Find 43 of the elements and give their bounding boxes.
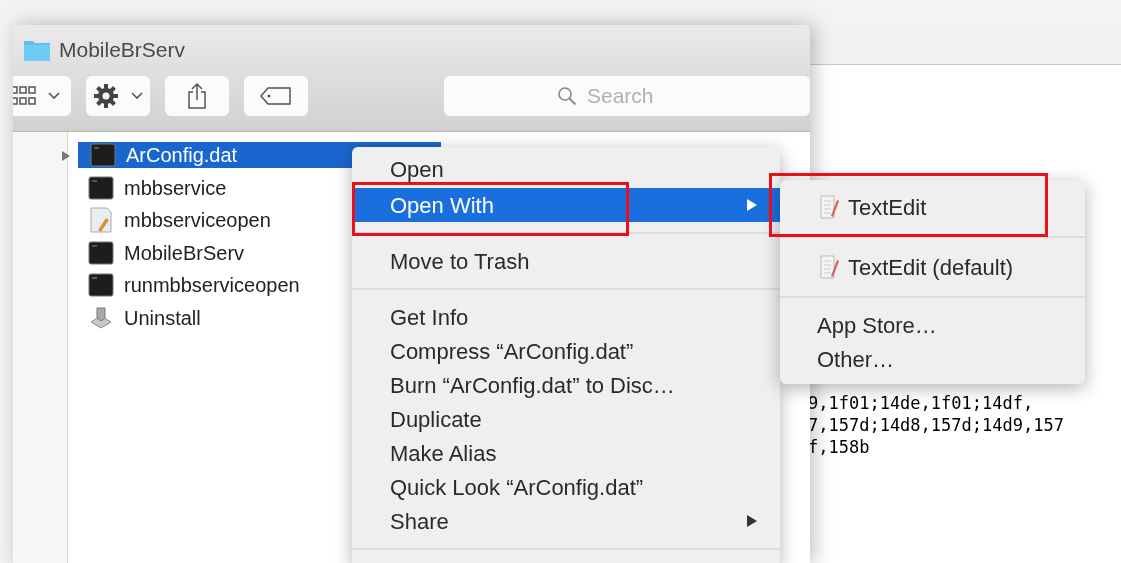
tag-icon xyxy=(259,86,292,106)
chevron-down-icon xyxy=(130,92,143,100)
terminal-icon xyxy=(88,273,114,298)
document-icon xyxy=(818,254,840,280)
chevron-down-icon xyxy=(48,92,61,100)
window-title: MobileBrServ xyxy=(59,37,186,64)
submenu-item[interactable]: Other… xyxy=(780,342,1085,376)
search-icon xyxy=(557,86,577,106)
menu-item[interactable]: Quick Look “ArConfig.dat” xyxy=(352,470,780,504)
tags-button[interactable] xyxy=(243,76,308,116)
terminal-icon xyxy=(90,143,116,168)
menu-item[interactable]: Share xyxy=(352,504,780,538)
script-icon xyxy=(88,206,114,235)
menu-item[interactable]: Open With xyxy=(352,188,780,222)
search-field[interactable]: Search xyxy=(444,76,810,116)
action-button[interactable] xyxy=(85,76,150,116)
menu-item[interactable]: Duplicate xyxy=(352,402,780,436)
menu-item[interactable]: Burn “ArConfig.dat” to Disc… xyxy=(352,368,780,402)
grid-icon xyxy=(13,85,37,107)
document-text-line: 7,157d;14d8,157d;14d9,157 xyxy=(808,414,1064,436)
document-text-line: 9,1f01;14de,1f01;14df, xyxy=(808,392,1035,414)
disclosure-triangle-icon[interactable] xyxy=(61,150,71,162)
file-name: runmbbserviceopen xyxy=(124,275,300,296)
terminal-icon xyxy=(88,175,114,200)
submenu-item[interactable]: App Store… xyxy=(780,308,1085,342)
terminal-icon xyxy=(88,240,114,265)
share-icon xyxy=(186,82,207,110)
file-name: MobileBrServ xyxy=(124,242,245,263)
submenu-item[interactable]: TextEdit (default) xyxy=(780,248,1085,286)
view-button[interactable] xyxy=(13,76,71,116)
file-name: ArConfig.dat xyxy=(126,145,238,166)
document-icon xyxy=(818,194,840,220)
menu-item[interactable]: Make Alias xyxy=(352,436,780,470)
share-button[interactable] xyxy=(164,76,229,116)
document-text-line: f,158b xyxy=(808,436,871,458)
folder-icon xyxy=(23,38,51,62)
gear-icon xyxy=(92,83,119,109)
file-name: mbbserviceopen xyxy=(124,210,271,231)
menu-item[interactable]: Compress “ArConfig.dat” xyxy=(352,334,780,368)
submenu-item[interactable]: TextEdit xyxy=(780,188,1085,226)
file-name: mbbservice xyxy=(124,177,227,198)
file-name: Uninstall xyxy=(124,307,201,328)
menu-item[interactable]: Get Info xyxy=(352,300,780,334)
